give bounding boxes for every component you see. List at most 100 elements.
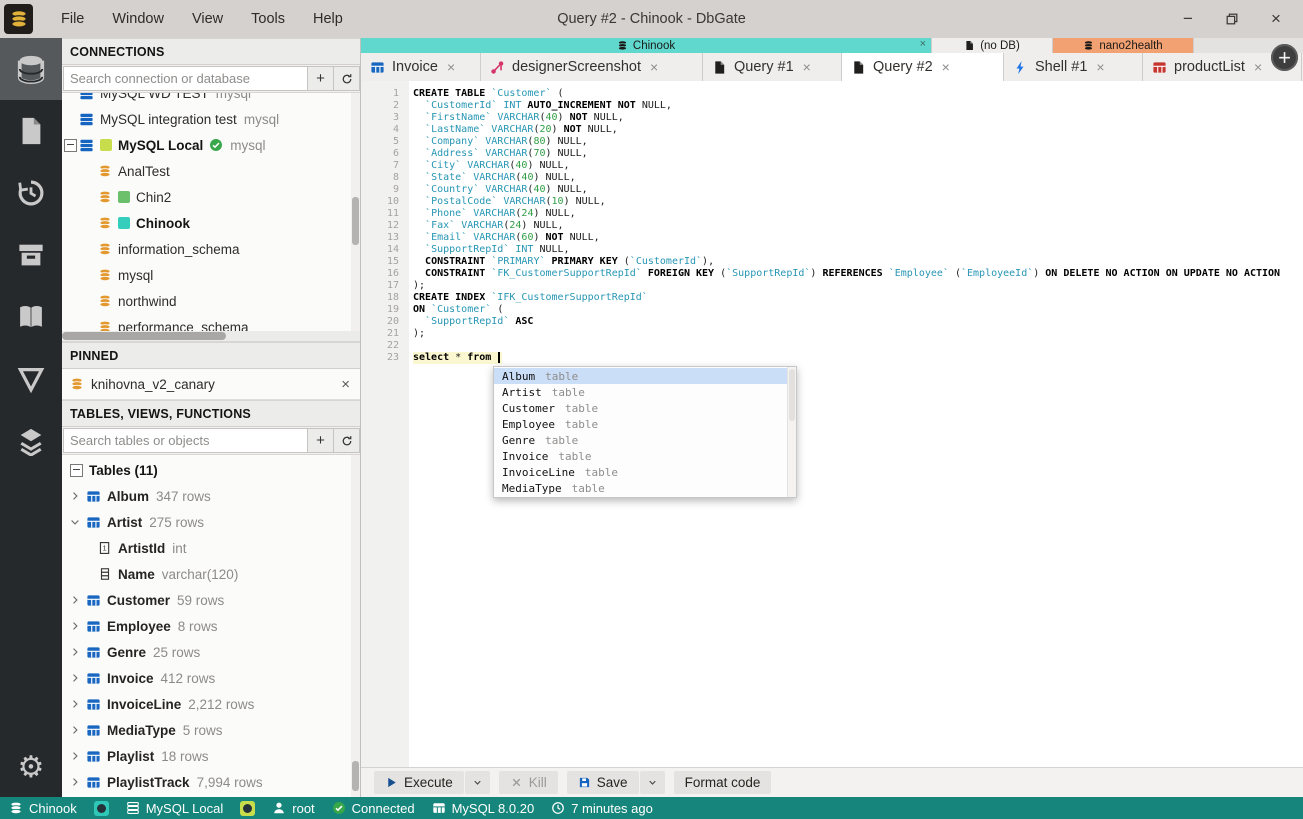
database-mysql[interactable]: mysql — [62, 262, 360, 288]
tables-vscrollbar[interactable] — [351, 455, 360, 797]
chevron-right-icon[interactable] — [68, 646, 82, 658]
unpin-close-icon[interactable]: × — [341, 376, 350, 393]
rail-file-icon[interactable] — [0, 100, 62, 162]
chevron-right-icon[interactable] — [68, 620, 82, 632]
tab-shell-1[interactable]: Shell #1 × — [1004, 53, 1143, 81]
save-button[interactable]: Save — [566, 771, 639, 794]
connections-vscrollbar[interactable] — [351, 93, 360, 331]
autocomplete-item-invoice[interactable]: Invoice table — [494, 448, 796, 464]
tab-query-2[interactable]: Query #2 × — [842, 53, 1004, 81]
table-invoice[interactable]: Invoice 412 rows — [62, 665, 360, 691]
editor-code[interactable]: CREATE TABLE `Customer` ( `CustomerId` I… — [413, 88, 1303, 364]
tab-invoice[interactable]: Invoice × — [361, 53, 481, 81]
collapse-box[interactable] — [62, 138, 79, 152]
tab-group-nano2health[interactable]: nano2health — [1053, 38, 1194, 53]
close-tab-icon[interactable]: × — [650, 59, 658, 75]
connection-mysql-local[interactable]: MySQL Local mysql — [62, 132, 360, 158]
table-genre[interactable]: Genre 25 rows — [62, 639, 360, 665]
tab-group--no-db-[interactable]: (no DB) — [932, 38, 1053, 53]
statusbar-mysql-8-0-20[interactable]: MySQL 8.0.20 — [432, 801, 534, 816]
new-tab-button[interactable]: + — [1271, 44, 1298, 71]
statusbar-root[interactable]: root — [272, 801, 315, 816]
statusbar-7-minutes-ago[interactable]: 7 minutes ago — [551, 801, 653, 816]
table-mediatype[interactable]: MediaType 5 rows — [62, 717, 360, 743]
chevron-right-icon[interactable] — [68, 672, 82, 684]
table-invoiceline[interactable]: InvoiceLine 2,212 rows — [62, 691, 360, 717]
tab-group-chinook[interactable]: Chinook × — [361, 38, 932, 53]
minimize-button[interactable]: − — [1179, 9, 1197, 28]
refresh-tables-button[interactable] — [334, 428, 360, 453]
chevron-right-icon[interactable] — [68, 490, 82, 502]
autocomplete-item-invoiceline[interactable]: InvoiceLine table — [494, 464, 796, 480]
tab-query-1[interactable]: Query #1 × — [703, 53, 842, 81]
statusbar-chinook[interactable]: Chinook — [9, 801, 77, 816]
database-chinook[interactable]: Chinook — [62, 210, 360, 236]
autocomplete-item-genre[interactable]: Genre table — [494, 432, 796, 448]
column-name[interactable]: Name varchar(120) — [62, 561, 360, 587]
close-tab-icon[interactable]: × — [1254, 59, 1262, 75]
table-playlisttrack[interactable]: PlaylistTrack 7,994 rows — [62, 769, 360, 795]
rail-book-icon[interactable] — [0, 286, 62, 348]
table-customer[interactable]: Customer 59 rows — [62, 587, 360, 613]
database-northwind[interactable]: northwind — [62, 288, 360, 314]
sql-editor[interactable]: 1 2 3 4 5 6 7 8 9 10 11 12 13 14 15 16 17 18 19 20 21 22 23 CR… — [361, 81, 1303, 767]
chevron-right-icon[interactable] — [68, 594, 82, 606]
refresh-connections-button[interactable] — [334, 66, 360, 91]
collapse-box[interactable] — [70, 463, 83, 477]
tables-search-input[interactable] — [63, 428, 308, 453]
database-information-schema[interactable]: information_schema — [62, 236, 360, 262]
autocomplete-item-album[interactable]: Album table — [494, 368, 796, 384]
execute-dropdown-button[interactable] — [464, 771, 490, 794]
format-code-button[interactable]: Format code — [673, 771, 772, 794]
database-performance-schema[interactable]: performance_schema — [62, 314, 360, 331]
statusbar-connected[interactable]: Connected — [332, 801, 415, 816]
column-artistid[interactable]: 1 ArtistId int — [62, 535, 360, 561]
chevron-right-icon[interactable] — [68, 776, 82, 788]
autocomplete-item-employee[interactable]: Employee table — [494, 416, 796, 432]
rail-gear-icon[interactable]: ⚙ — [0, 739, 62, 797]
rail-archive-icon[interactable] — [0, 224, 62, 286]
connections-hscrollbar[interactable] — [62, 331, 360, 342]
close-tab-icon[interactable]: × — [803, 59, 811, 75]
chevron-down-icon[interactable] — [68, 516, 82, 528]
autocomplete-scrollbar[interactable] — [787, 367, 796, 497]
connections-search-input[interactable] — [63, 66, 308, 91]
restore-button[interactable] — [1223, 10, 1241, 28]
tab-designerscreenshot[interactable]: designerScreenshot × — [481, 53, 703, 81]
rail-database-icon[interactable] — [0, 38, 62, 100]
add-connection-button[interactable]: + — [308, 66, 334, 91]
menu-tools[interactable]: Tools — [241, 7, 295, 31]
close-tab-icon[interactable]: × — [942, 59, 950, 75]
menu-help[interactable]: Help — [303, 7, 353, 31]
table-artist[interactable]: Artist 275 rows — [62, 509, 360, 535]
save-dropdown-button[interactable] — [639, 771, 665, 794]
connection-mysql-integration-test[interactable]: MySQL integration test mysql — [62, 106, 360, 132]
table-album[interactable]: Album 347 rows — [62, 483, 360, 509]
statusbar-mysql-local[interactable]: MySQL Local — [126, 801, 223, 816]
rail-layers-icon[interactable] — [0, 410, 62, 472]
close-button[interactable]: × — [1267, 9, 1285, 28]
table-employee[interactable]: Employee 8 rows — [62, 613, 360, 639]
rail-funnel-icon[interactable] — [0, 348, 62, 410]
menu-view[interactable]: View — [182, 7, 233, 31]
chevron-right-icon[interactable] — [68, 698, 82, 710]
database-chin2[interactable]: Chin2 — [62, 184, 360, 210]
autocomplete-item-customer[interactable]: Customer table — [494, 400, 796, 416]
rail-history-icon[interactable] — [0, 162, 62, 224]
chevron-right-icon[interactable] — [68, 750, 82, 762]
table-playlist[interactable]: Playlist 18 rows — [62, 743, 360, 769]
tables-group-row[interactable]: Tables (11) — [62, 457, 360, 483]
autocomplete-item-artist[interactable]: Artist table — [494, 384, 796, 400]
kill-button[interactable]: Kill — [498, 771, 558, 794]
pinned-item[interactable]: knihovna_v2_canary × — [62, 369, 360, 400]
chevron-right-icon[interactable] — [68, 724, 82, 736]
database-analtest[interactable]: AnalTest — [62, 158, 360, 184]
add-table-button[interactable]: + — [308, 428, 334, 453]
menu-file[interactable]: File — [51, 7, 94, 31]
menu-window[interactable]: Window — [102, 7, 174, 31]
close-tab-icon[interactable]: × — [447, 59, 455, 75]
close-tab-icon[interactable]: × — [1096, 59, 1104, 75]
statusbar-color-swatch[interactable] — [93, 800, 109, 816]
statusbar-color-swatch[interactable] — [240, 800, 256, 816]
autocomplete-item-mediatype[interactable]: MediaType table — [494, 480, 796, 496]
